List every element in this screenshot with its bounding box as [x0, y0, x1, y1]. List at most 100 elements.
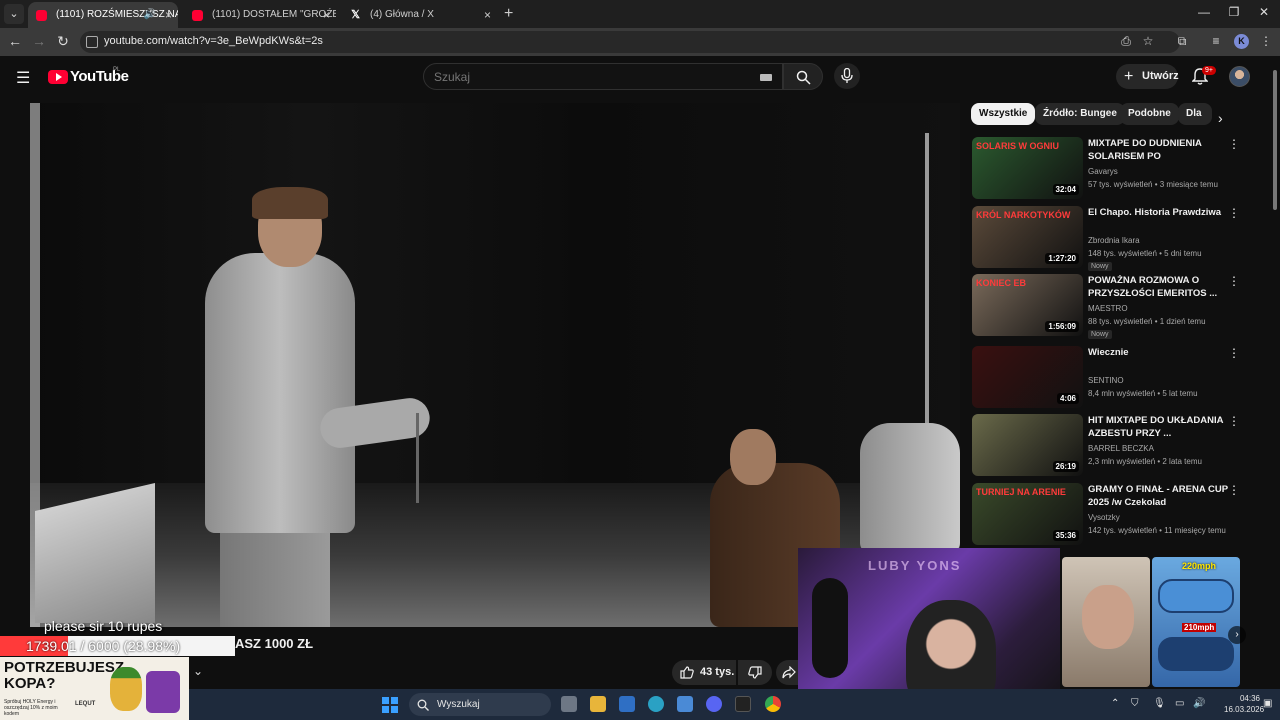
taskbar-search[interactable]: Wyszukaj [409, 693, 551, 716]
bookmark-star-icon[interactable]: ☆ [1140, 34, 1156, 48]
menu-icon[interactable]: ☰ [16, 68, 30, 88]
recommendation-item[interactable]: KRÓL NARKOTYKÓW 1:27:20 El Chapo. Historia… [970, 206, 1245, 271]
browser-menu-icon[interactable]: ⋮ [1258, 34, 1274, 48]
recommendation-title[interactable]: HIT MIXTAPE DO UKŁADANIA AZBESTU PRZY ..… [1088, 414, 1228, 440]
video-thumbnail[interactable]: KRÓL NARKOTYKÓW 1:27:20 [972, 206, 1083, 268]
video-thumbnail[interactable]: 4:06 [972, 346, 1083, 408]
tray-volume-icon[interactable]: 🔊 [1193, 698, 1205, 709]
recommendation-title[interactable]: El Chapo. Historia Prawdziwa [1088, 206, 1228, 219]
store-icon[interactable] [677, 696, 693, 712]
account-avatar[interactable] [1229, 66, 1250, 87]
url-text[interactable]: youtube.com/watch?v=3e_BeWpdKWs&t=2s [104, 35, 323, 47]
chrome-icon[interactable] [765, 696, 781, 712]
like-button[interactable]: 43 tys. [672, 660, 736, 685]
more-actions-icon[interactable]: ⋮ [1228, 414, 1240, 428]
notifications-icon[interactable]: ▣ [1263, 698, 1272, 709]
extensions-icon[interactable]: ⧉ [1174, 34, 1190, 49]
tab-youtube-2[interactable]: (1101) DOSTAŁEM "GROŹBY PR × [184, 2, 336, 28]
recommendation-channel[interactable]: MAESTRO [1088, 304, 1128, 313]
taskbar-clock[interactable]: 04:36 16.03.2026 [1224, 693, 1264, 715]
search-button[interactable] [783, 63, 823, 90]
profile-avatar[interactable]: K [1234, 34, 1249, 49]
search-box[interactable] [423, 63, 783, 90]
file-explorer-icon[interactable] [590, 696, 606, 712]
recommendation-channel[interactable]: Gavarys [1088, 167, 1118, 176]
recommendation-title[interactable]: GRAMY O FINAŁ - ARENA CUP 2025 /w Czekol… [1088, 483, 1228, 509]
edge-icon[interactable] [648, 696, 664, 712]
recommendation-title[interactable]: MIXTAPE DO DUDNIENIA SOLARISEM PO CHRZAN… [1088, 137, 1228, 163]
recommendation-channel[interactable]: Zbrodnia Ikara [1088, 236, 1140, 245]
page-scrollbar[interactable] [1271, 60, 1279, 210]
recommendation-item[interactable]: KONIEC EB 1:56:09 POWAŻNA ROZMOWA O PRZYSZ… [970, 274, 1245, 339]
chips-next-icon[interactable]: › [1218, 110, 1223, 126]
tab-search-button[interactable]: ⌄ [4, 4, 24, 24]
dislike-button[interactable] [738, 660, 772, 685]
video-thumbnail[interactable]: SOLARIS W OGNIU 32:04 [972, 137, 1083, 199]
recommendation-item[interactable]: TURNIEJ NA ARENIE 35:36 GRAMY O FINAŁ - AR… [970, 483, 1245, 547]
carousel-next-icon[interactable]: › [1228, 626, 1246, 644]
chip-for-you[interactable]: Dla [1178, 103, 1212, 125]
new-tab-icon[interactable]: + [504, 5, 513, 23]
media-controls-icon[interactable]: ≡ [1208, 34, 1224, 48]
install-app-icon[interactable]: ⎙ [1118, 34, 1134, 49]
more-actions-icon[interactable]: ⋮ [1228, 483, 1240, 497]
tab-youtube-active[interactable]: (1101) ROZŚMIESZYSZ NAS 🔊 × [28, 2, 178, 28]
recommendation-title[interactable]: Wiecznie [1088, 346, 1228, 359]
audio-playing-icon[interactable]: 🔊 [144, 2, 156, 28]
search-input[interactable] [434, 70, 734, 84]
video-duration: 1:27:20 [1045, 253, 1079, 264]
recommendation-channel[interactable]: Vysotzky [1088, 513, 1120, 522]
browser-toolbar: ← → ↻ youtube.com/watch?v=3e_BeWpdKWs&t=… [0, 28, 1280, 56]
close-tab-icon[interactable]: × [165, 2, 172, 28]
recommendation-channel[interactable]: SENTINO [1088, 376, 1124, 385]
more-actions-icon[interactable]: ⋮ [1228, 346, 1240, 360]
stream-chat-message: please sir 10 rupes [44, 618, 163, 634]
tab-x[interactable]: 𝕏 (4) Główna / X × [342, 2, 497, 28]
recommendation-title[interactable]: POWAŻNA ROZMOWA O PRZYSZŁOŚCI EMERITOS .… [1088, 274, 1228, 300]
back-icon[interactable]: ← [6, 33, 24, 49]
tray-shield-icon[interactable]: ⛉ [1131, 698, 1139, 709]
discord-icon[interactable] [706, 696, 722, 712]
more-actions-icon[interactable]: ⋮ [1228, 206, 1240, 220]
tab-label: (4) Główna / X [370, 9, 434, 20]
close-tab-icon[interactable]: × [323, 2, 330, 28]
site-info-icon[interactable] [86, 36, 98, 48]
chip-source[interactable]: Źródło: Bungee [1035, 103, 1125, 125]
chevron-down-icon[interactable]: ⌄ [193, 664, 203, 678]
video-thumbnail[interactable]: 26:19 [972, 414, 1083, 476]
address-bar[interactable]: youtube.com/watch?v=3e_BeWpdKWs&t=2s [80, 31, 1180, 53]
mail-icon[interactable] [619, 696, 635, 712]
more-actions-icon[interactable]: ⋮ [1228, 137, 1240, 151]
close-tab-icon[interactable]: × [484, 2, 491, 28]
task-view-icon[interactable] [561, 696, 577, 712]
video-frame-person-hair [252, 187, 328, 219]
more-actions-icon[interactable]: ⋮ [1228, 274, 1240, 288]
tray-mic-icon[interactable]: 🎙 [1153, 698, 1166, 709]
video-thumbnail[interactable]: TURNIEJ NA ARENIE 35:36 [972, 483, 1083, 545]
video-duration: 26:19 [1052, 461, 1079, 472]
create-button[interactable]: + Utwórz [1116, 64, 1179, 89]
pineapple-image [110, 667, 142, 711]
forward-icon[interactable]: → [30, 33, 48, 49]
video-title: ASZ 1000 ZŁ [235, 636, 314, 651]
app-icon[interactable] [735, 696, 751, 712]
minimize-icon[interactable]: — [1194, 5, 1214, 19]
close-window-icon[interactable]: ✕ [1254, 5, 1274, 19]
chip-all[interactable]: Wszystkie [971, 103, 1036, 125]
keyboard-icon[interactable] [760, 74, 772, 81]
youtube-logo-icon[interactable] [48, 70, 68, 84]
recommendation-item[interactable]: 26:19 HIT MIXTAPE DO UKŁADANIA AZBESTU PR… [970, 414, 1245, 478]
tray-network-icon[interactable]: ▭ [1175, 698, 1184, 709]
reload-icon[interactable]: ↻ [54, 33, 72, 50]
tray-overflow-icon[interactable]: ⌃ [1111, 698, 1119, 709]
voice-search-button[interactable] [834, 63, 860, 89]
windows-start-icon[interactable] [382, 697, 398, 713]
restore-icon[interactable]: ❐ [1224, 5, 1244, 19]
recommendation-channel[interactable]: BARREL BECZKA [1088, 444, 1154, 453]
chip-similar[interactable]: Podobne [1120, 103, 1179, 125]
recommendation-item[interactable]: 4:06 Wiecznie SENTINO 8,4 mln wyświetleń • … [970, 346, 1245, 410]
scrollbar-thumb[interactable] [1273, 70, 1277, 210]
recommendation-item[interactable]: SOLARIS W OGNIU 32:04 MIXTAPE DO DUDNIENIA… [970, 137, 1245, 201]
video-thumbnail[interactable]: KONIEC EB 1:56:09 [972, 274, 1083, 336]
speed-readout-top: 220mph [1182, 561, 1217, 571]
